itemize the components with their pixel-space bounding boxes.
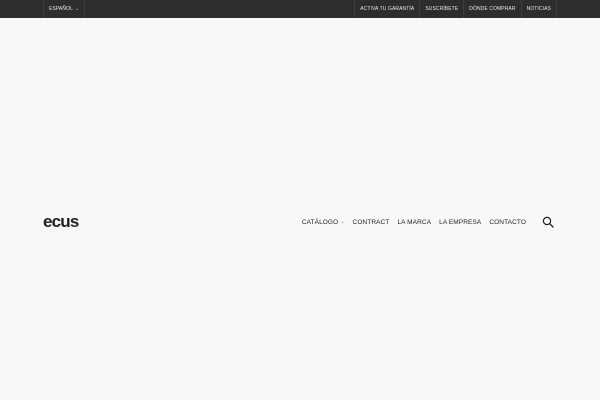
chevron-down-icon: ⌄ (340, 219, 345, 225)
brand-logo[interactable]: ecus (43, 210, 79, 234)
nav-item-brand[interactable]: LA MARCA (397, 219, 431, 226)
top-link-warranty[interactable]: ACTIVA TU GARANTÍA (354, 0, 419, 18)
nav-item-contract[interactable]: CONTRACT (353, 219, 390, 226)
top-bar: ESPAÑOL ⌄ ACTIVA TU GARANTÍA SUSCRÍBETE … (0, 0, 600, 18)
nav-item-catalog[interactable]: CATÁLOGO ⌄ (302, 219, 345, 226)
top-link-subscribe[interactable]: SUSCRÍBETE (419, 0, 463, 18)
top-link-news[interactable]: NOTICIAS (520, 0, 557, 18)
top-link-where-to-buy[interactable]: DÓNDE COMPRAR (463, 0, 520, 18)
main-header: ecus CATÁLOGO ⌄ CONTRACT LA MARCA LA EMP… (0, 208, 600, 236)
nav-item-contact[interactable]: CONTACTO (489, 219, 526, 226)
search-icon[interactable] (542, 216, 554, 228)
language-selector[interactable]: ESPAÑOL ⌄ (43, 0, 86, 18)
language-label: ESPAÑOL (49, 6, 73, 12)
nav-item-catalog-label: CATÁLOGO (301, 218, 339, 226)
chevron-down-icon: ⌄ (74, 6, 80, 12)
top-links: ACTIVA TU GARANTÍA SUSCRÍBETE DÓNDE COMP… (354, 0, 557, 18)
main-nav: CATÁLOGO ⌄ CONTRACT LA MARCA LA EMPRESA … (302, 208, 526, 236)
nav-item-company[interactable]: LA EMPRESA (439, 219, 481, 226)
